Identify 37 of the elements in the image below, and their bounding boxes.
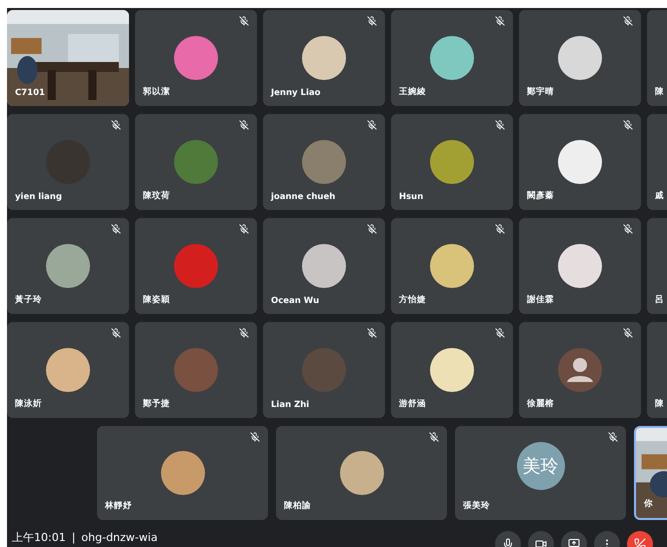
participant-name: 陳玟荷 [143,190,170,202]
separator: | [72,530,76,544]
participant-name: 闕彥蓁 [527,190,554,202]
participant-name: joanne chueh [271,192,336,202]
participant-name: C7101 [15,88,45,98]
clock-time: 上午10:01 [12,530,66,544]
participant-name: yien liang [15,192,62,202]
participant-name: 方怡婕 [399,294,426,306]
participant-name: Hsun [399,192,424,202]
participant-name: 游舒涵 [399,398,426,410]
participant-name: 陳柏諭 [284,500,311,512]
meeting-code: ohg-dnzw-wia [81,530,158,544]
participant-name: 黃子玲 [15,294,42,306]
participant-name: 林靜妤 [105,500,132,512]
present-icon [568,538,580,547]
camera-icon [535,538,547,547]
participant-name: 陳 [655,398,664,410]
hang-up-icon [634,538,646,547]
participant-name: 謝佳霖 [527,294,554,306]
participant-name: 郭以潔 [143,86,170,98]
participant-name: 王婉綾 [399,86,426,98]
participant-name: Lian Zhi [271,400,310,410]
participant-name: 你 [644,498,653,510]
participant-name: 鄭予捷 [143,398,170,410]
avatar-initials: 美玲 [516,442,564,490]
participant-name: 呂 [655,294,664,306]
microphone-icon [502,538,514,547]
participant-name: 陳姿穎 [143,294,170,306]
participant-name: 張美玲 [463,500,490,512]
participant-name: 陳泳妡 [15,398,42,410]
participant-name: 徐麗榕 [527,398,554,410]
avatar-icon [558,348,602,392]
participant-name: Ocean Wu [271,296,320,306]
participant-name: Jenny Liao [271,88,320,98]
participant-name: 鄭宇晴 [527,86,554,98]
participant-name: 戚 [655,190,664,202]
participant-name: 陳 [655,86,664,98]
